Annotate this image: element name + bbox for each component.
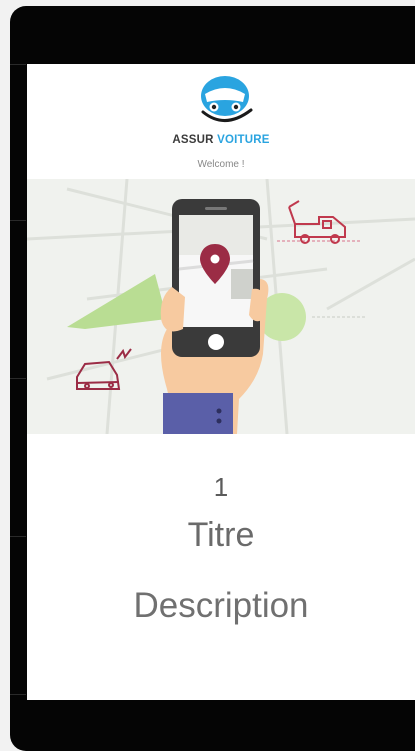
brand-part2: VOITURE <box>217 134 270 146</box>
phone-frame: ASSUR VOITURE Welcome ! 1 Titre Descript… <box>10 6 415 751</box>
slide-number: 1 <box>213 472 229 502</box>
bezel-line <box>10 694 26 695</box>
slide-description: Description <box>133 586 309 625</box>
car-logo-icon <box>201 76 253 122</box>
brand-part1: ASSUR <box>172 134 214 146</box>
bezel-line <box>10 64 26 65</box>
brand-name: ASSUR VOITURE <box>27 134 415 146</box>
bezel-line <box>10 220 26 221</box>
bezel-line <box>10 378 26 379</box>
app-screen: ASSUR VOITURE Welcome ! 1 Titre Descript… <box>27 64 415 700</box>
bezel-line <box>10 536 26 537</box>
slide-title: Titre <box>187 516 255 554</box>
sleeve <box>163 393 233 434</box>
map-phone-illustration <box>27 179 415 434</box>
welcome-text: Welcome ! <box>197 159 245 170</box>
